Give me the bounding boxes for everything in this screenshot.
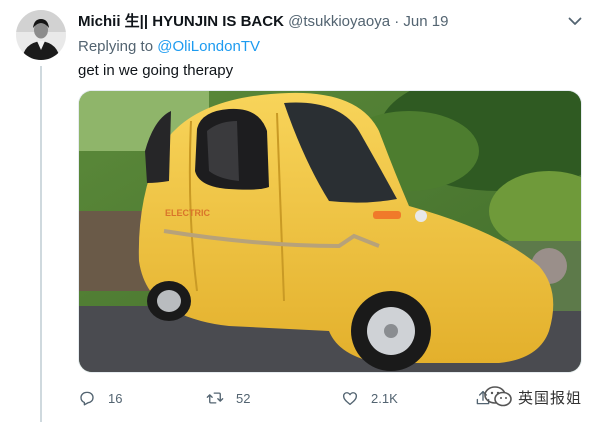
wechat-logo-icon: [484, 386, 512, 407]
avatar[interactable]: [16, 10, 66, 60]
heart-icon: [342, 392, 358, 406]
like-button[interactable]: 2.1K: [341, 386, 398, 410]
avatar-photo: [16, 10, 66, 60]
user-handle[interactable]: @tsukkioyaoya: [288, 13, 390, 30]
more-options-button[interactable]: [566, 12, 584, 30]
retweet-button[interactable]: 52: [206, 386, 250, 410]
separator-dot: ·: [394, 13, 400, 30]
like-count: 2.1K: [371, 390, 398, 406]
reply-button[interactable]: 16: [78, 386, 122, 410]
replying-to: Replying to @OliLondonTV: [78, 37, 260, 57]
tweet-header: Michii 生|| HYUNJIN IS BACK @tsukkioyaoya…: [78, 12, 448, 32]
tweet-media[interactable]: ELECTRIC: [78, 90, 582, 373]
replying-to-label: Replying to: [78, 38, 154, 55]
car-decal-text: ELECTRIC: [165, 208, 211, 218]
watermark-text: 英国报姐: [518, 389, 583, 407]
retweet-count: 52: [236, 390, 251, 406]
mention-link[interactable]: @OliLondonTV: [157, 38, 260, 55]
watermark: 英国报姐: [484, 385, 582, 409]
display-name[interactable]: Michii 生|| HYUNJIN IS BACK: [78, 13, 284, 30]
tweet-text: get in we going therapy: [78, 62, 234, 79]
reply-icon: [80, 391, 94, 406]
reply-count: 16: [108, 390, 123, 406]
retweet-icon: [206, 392, 224, 404]
timestamp[interactable]: Jun 19: [403, 13, 448, 30]
chevron-down-icon: [568, 17, 582, 25]
thread-line: [40, 66, 42, 422]
media-image: ELECTRIC: [79, 91, 581, 372]
